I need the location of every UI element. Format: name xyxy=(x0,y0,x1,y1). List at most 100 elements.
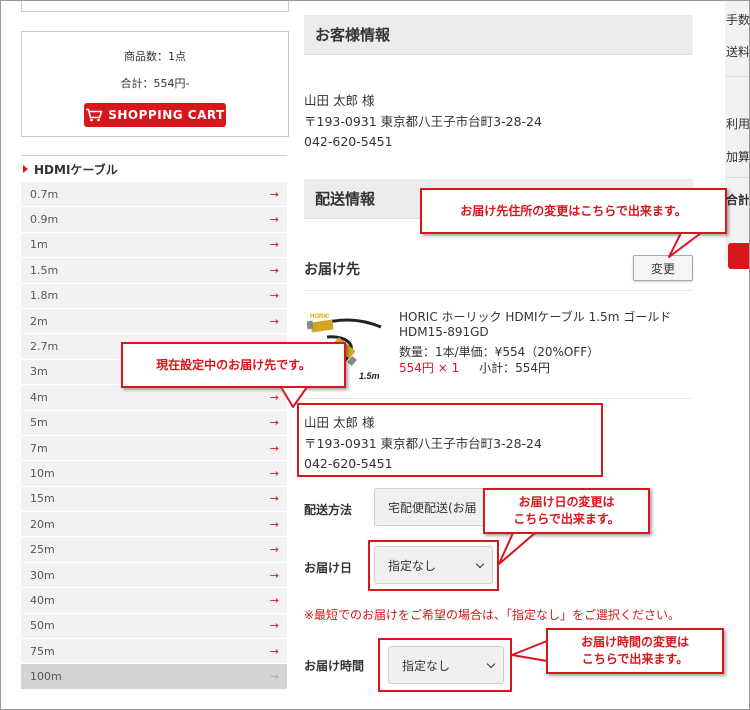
summary-total-label: 合計 xyxy=(726,193,750,207)
callout-time-line2: こちらで出来ます。 xyxy=(581,652,689,666)
arrow-right-icon: → xyxy=(269,213,279,227)
customer-address-block: 山田 太郎 様 〒193-0931 東京都八王子市台町3-28-24 042-6… xyxy=(304,91,542,153)
change-destination-button[interactable]: 変更 xyxy=(633,255,693,281)
category-item-label: 7m xyxy=(30,441,48,455)
category-item-label: 4m xyxy=(30,390,48,404)
arrow-right-icon: → xyxy=(269,568,279,582)
category-item-7m[interactable]: 7m → xyxy=(21,435,287,462)
cart-total: 合計：554円- xyxy=(120,77,190,90)
arrow-right-icon: → xyxy=(269,543,279,557)
category-item-label: 20m xyxy=(30,517,55,531)
category-item-20m[interactable]: 20m → xyxy=(21,512,287,538)
category-item-0-7m[interactable]: 0.7m → xyxy=(21,182,287,208)
cart-item-count: 商品数：1点 xyxy=(124,50,186,63)
category-item-40m[interactable]: 40m → xyxy=(21,588,287,614)
category-item-100m[interactable]: 100m → xyxy=(21,664,287,690)
arrow-right-icon: → xyxy=(269,263,279,277)
customer-phone: 042-620-5451 xyxy=(304,134,393,149)
category-item-25m[interactable]: 25m → xyxy=(21,537,287,563)
category-item-15m[interactable]: 15m → xyxy=(21,486,287,513)
delivery-method-value: 宅配便配送(お届 xyxy=(388,500,477,515)
category-item-label: 15m xyxy=(30,492,55,506)
customer-info-heading: お客様情報 xyxy=(304,15,693,55)
category-item-label: 50m xyxy=(30,619,55,633)
category-item-label: 25m xyxy=(30,543,55,557)
product-subtotal: 小計：554円 xyxy=(479,361,550,375)
callout-time-change: お届け時間の変更は こちらで出来ます。 xyxy=(546,628,724,674)
arrow-right-icon: → xyxy=(269,644,279,658)
category-item-label: 40m xyxy=(30,593,55,607)
arrow-right-icon: → xyxy=(269,593,279,607)
callout-time-line1: お届け時間の変更は xyxy=(580,635,689,649)
divider xyxy=(304,398,693,399)
delivery-date-label: お届け日 xyxy=(304,561,353,575)
divider xyxy=(725,177,749,178)
category-title: HDMIケーブル xyxy=(34,162,118,177)
delivery-method-select[interactable]: 宅配便配送(お届 xyxy=(374,488,494,526)
summary-fee-label: 手数 xyxy=(726,13,750,27)
product-details: HORIC ホーリック HDMIケーブル 1.5m ゴールド HDM15-891… xyxy=(399,310,693,376)
cable-length-label: 1.5m xyxy=(359,371,380,381)
pointer-date-change xyxy=(498,532,536,565)
pointer-time-change xyxy=(511,640,548,662)
summary-usage-label: 利用 xyxy=(726,117,750,131)
category-item-label: 10m xyxy=(30,466,55,480)
arrow-right-icon: → xyxy=(269,492,279,506)
category-heading: HDMIケーブル xyxy=(21,155,287,183)
arrow-right-icon: → xyxy=(269,441,279,455)
time-select-highlight xyxy=(378,638,512,692)
callout-date-change: お届け日の変更は こちらで出来ます。 xyxy=(483,488,650,534)
category-item-75m[interactable]: 75m → xyxy=(21,639,287,665)
category-item-1m[interactable]: 1m → xyxy=(21,232,287,259)
customer-address: 〒193-0931 東京都八王子市台町3-28-24 xyxy=(304,113,542,129)
shopping-cart-label: SHOPPING CART xyxy=(108,108,225,122)
product-model: HDM15-891GD xyxy=(399,325,489,339)
shopping-cart-button[interactable]: SHOPPING CART xyxy=(84,103,226,127)
category-item-label: 2.7m xyxy=(30,340,59,354)
category-item-50m[interactable]: 50m → xyxy=(21,613,287,640)
category-item-4m[interactable]: 4m → xyxy=(21,385,287,411)
category-item-0-9m[interactable]: 0.9m → xyxy=(21,207,287,233)
destination-label: お届け先 xyxy=(304,262,360,278)
callout-change-address: お届け先住所の変更はこちらで出来ます。 xyxy=(420,188,727,234)
arrow-right-icon: → xyxy=(269,416,279,430)
category-item-label: 30m xyxy=(30,568,55,582)
category-item-5m[interactable]: 5m → xyxy=(21,410,287,436)
arrow-right-icon: → xyxy=(269,619,279,633)
triangle-bullet-icon xyxy=(23,165,28,173)
delivery-note: ※最短でのお届けをご希望の場合は、「指定なし」をご選択ください。 xyxy=(304,608,681,622)
arrow-right-icon: → xyxy=(269,466,279,480)
category-item-label: 1.8m xyxy=(30,289,59,303)
delivery-method-label: 配送方法 xyxy=(304,503,353,517)
current-destination-highlight xyxy=(297,403,603,477)
cart-icon xyxy=(86,108,103,122)
category-item-label: 75m xyxy=(30,644,55,658)
product-name[interactable]: HORIC ホーリック HDMIケーブル 1.5m ゴールド xyxy=(399,310,693,325)
delivery-time-label: お届け時間 xyxy=(304,659,365,673)
category-item-label: 1.5m xyxy=(30,263,59,277)
category-list: 0.7m → 0.9m → 1m → 1.5m → 1.8m → 2m → 2.7m → 3m → 4m → 5m →… xyxy=(21,182,287,690)
category-item-2m[interactable]: 2m → xyxy=(21,308,287,335)
category-item-label: 0.7m xyxy=(30,187,59,201)
arrow-right-icon: → xyxy=(269,517,279,531)
cart-summary: 商品数：1点 合計：554円- SHOPPING CART xyxy=(21,31,289,137)
category-item-1-5m[interactable]: 1.5m → xyxy=(21,258,287,284)
arrow-right-icon: → xyxy=(269,238,279,252)
category-item-label: 5m xyxy=(30,416,48,430)
page-frame: 商品数：1点 合計：554円- SHOPPING CART HDMIケーブル 0… xyxy=(0,0,750,710)
pointer-change-address xyxy=(668,232,702,258)
summary-added-label: 加算 xyxy=(726,150,750,164)
sidebar-top-box xyxy=(21,1,289,12)
arrow-right-icon: → xyxy=(269,670,279,684)
category-item-label: 0.9m xyxy=(30,213,59,227)
category-item-1-8m[interactable]: 1.8m → xyxy=(21,283,287,309)
callout-date-line1: お届け日の変更は xyxy=(518,495,615,509)
category-item-30m[interactable]: 30m → xyxy=(21,562,287,589)
category-item-label: 1m xyxy=(30,238,48,252)
product-line-total: 554円 × 1 小計：554円 xyxy=(399,361,693,376)
category-item-label: 3m xyxy=(30,365,48,379)
callout-current-destination: 現在設定中のお届け先です。 xyxy=(121,342,346,388)
customer-name: 山田 太郎 様 xyxy=(304,93,375,108)
category-item-10m[interactable]: 10m → xyxy=(21,461,287,487)
summary-checkout-button[interactable] xyxy=(728,243,749,269)
